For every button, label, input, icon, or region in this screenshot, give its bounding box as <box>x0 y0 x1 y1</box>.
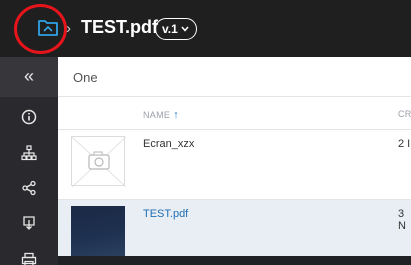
column-header-row: NAME ↑ CR <box>58 99 411 129</box>
folder-name: One <box>73 70 98 85</box>
file-thumbnail <box>71 136 127 188</box>
file-created: 2 I <box>398 138 411 150</box>
print-icon[interactable] <box>19 250 39 265</box>
sidebar-collapse-row[interactable]: « <box>0 57 58 97</box>
folder-icon[interactable] <box>37 18 59 38</box>
top-bar: › TEST.pdf v.1 <box>0 0 411 57</box>
hierarchy-icon[interactable] <box>19 143 39 163</box>
column-header-name[interactable]: NAME ↑ <box>143 109 179 121</box>
file-thumbnail <box>71 206 125 256</box>
sidebar: « <box>0 57 58 265</box>
file-name[interactable]: Ecran_xzx <box>143 138 194 150</box>
file-name[interactable]: TEST.pdf <box>143 208 188 220</box>
collapse-icon[interactable]: « <box>19 66 39 86</box>
version-label: v.1 <box>162 22 178 36</box>
download-icon[interactable] <box>19 213 39 233</box>
breadcrumb-separator: › <box>66 20 71 37</box>
table-row-selected[interactable]: TEST.pdf 3 N <box>58 199 411 256</box>
document-title: TEST.pdf <box>81 17 158 37</box>
column-header-created[interactable]: CR <box>398 109 411 119</box>
version-dropdown[interactable]: v.1 <box>155 18 197 40</box>
sort-ascending-icon: ↑ <box>173 109 180 121</box>
table-row[interactable]: Ecran_xzx 2 I <box>58 129 411 199</box>
camera-icon <box>71 136 127 188</box>
chevron-down-icon <box>181 26 189 32</box>
folder-path-row: One <box>58 57 411 97</box>
share-icon[interactable] <box>19 178 39 198</box>
info-icon[interactable] <box>19 107 39 127</box>
file-created: 3 N <box>398 208 406 232</box>
file-browser-panel: One NAME ↑ CR Ecran_xzx 2 I TEST.pdf 3 N <box>58 57 411 256</box>
column-header-name-label: NAME <box>143 110 171 120</box>
